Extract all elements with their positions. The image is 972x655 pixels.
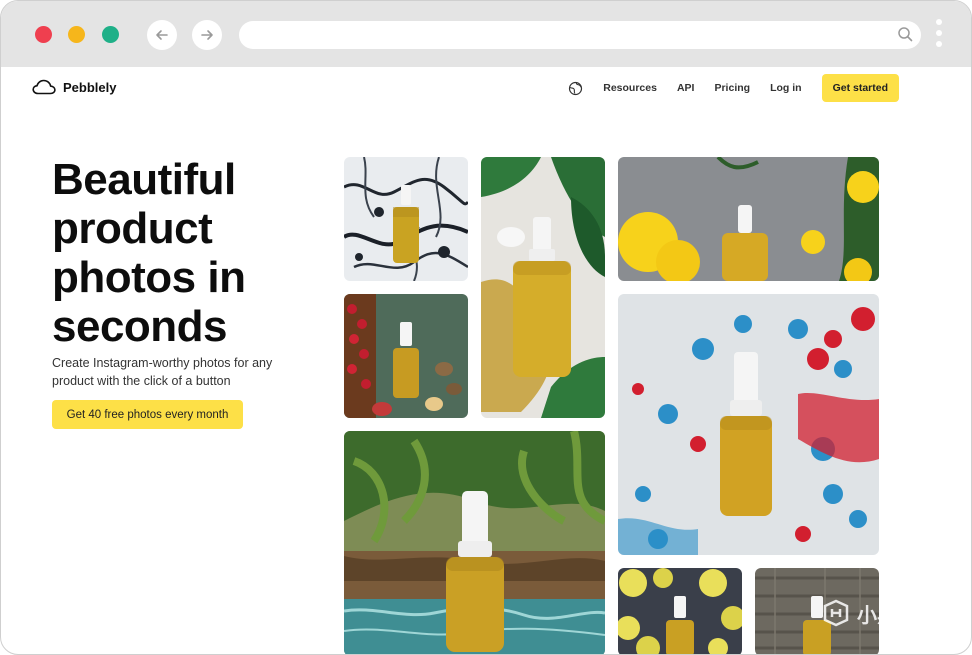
minimize-window-button[interactable]	[68, 26, 85, 43]
search-icon[interactable]	[897, 26, 913, 47]
maximize-window-button[interactable]	[102, 26, 119, 43]
main-nav: Resources API Pricing Log in Get started	[568, 74, 899, 102]
hero-subtitle: Create Instagram-worthy photos for any p…	[52, 356, 273, 388]
back-button[interactable]	[147, 20, 177, 50]
brand-name: Pebblely	[63, 79, 117, 95]
gallery-image-marble[interactable]	[344, 157, 468, 281]
free-photos-button[interactable]: Get 40 free photos every month	[52, 400, 243, 429]
arrow-right-icon	[201, 30, 213, 40]
forward-button[interactable]	[192, 20, 222, 50]
nav-api[interactable]: API	[677, 82, 695, 94]
more-options-icon[interactable]	[935, 19, 943, 51]
cloud-icon	[32, 79, 56, 95]
watermark: 小黑盒	[821, 598, 917, 628]
gallery-image-paint[interactable]	[618, 294, 879, 555]
nav-resources[interactable]: Resources	[603, 82, 657, 94]
gallery-image-berries[interactable]	[344, 294, 468, 418]
close-window-button[interactable]	[35, 26, 52, 43]
gallery-image-flowers[interactable]	[618, 157, 879, 281]
arrow-left-icon	[156, 30, 168, 40]
hero-title: Beautiful product photos in seconds	[52, 155, 246, 351]
globe-icon[interactable]	[568, 81, 583, 96]
gallery-image-yellow-leaves[interactable]	[618, 568, 742, 654]
watermark-logo-icon	[823, 599, 849, 627]
get-started-button[interactable]: Get started	[821, 74, 899, 102]
address-bar[interactable]	[239, 21, 921, 49]
nav-login[interactable]: Log in	[770, 82, 802, 94]
watermark-text: 小黑盒	[857, 604, 917, 627]
browser-toolbar	[1, 1, 971, 67]
gallery-image-leaves[interactable]	[481, 157, 605, 418]
brand-logo[interactable]: Pebblely	[32, 79, 116, 95]
browser-window: Pebblely Resources API Pricing Log in Ge…	[0, 0, 972, 655]
gallery-image-pool[interactable]	[344, 431, 605, 654]
nav-pricing[interactable]: Pricing	[714, 82, 750, 94]
